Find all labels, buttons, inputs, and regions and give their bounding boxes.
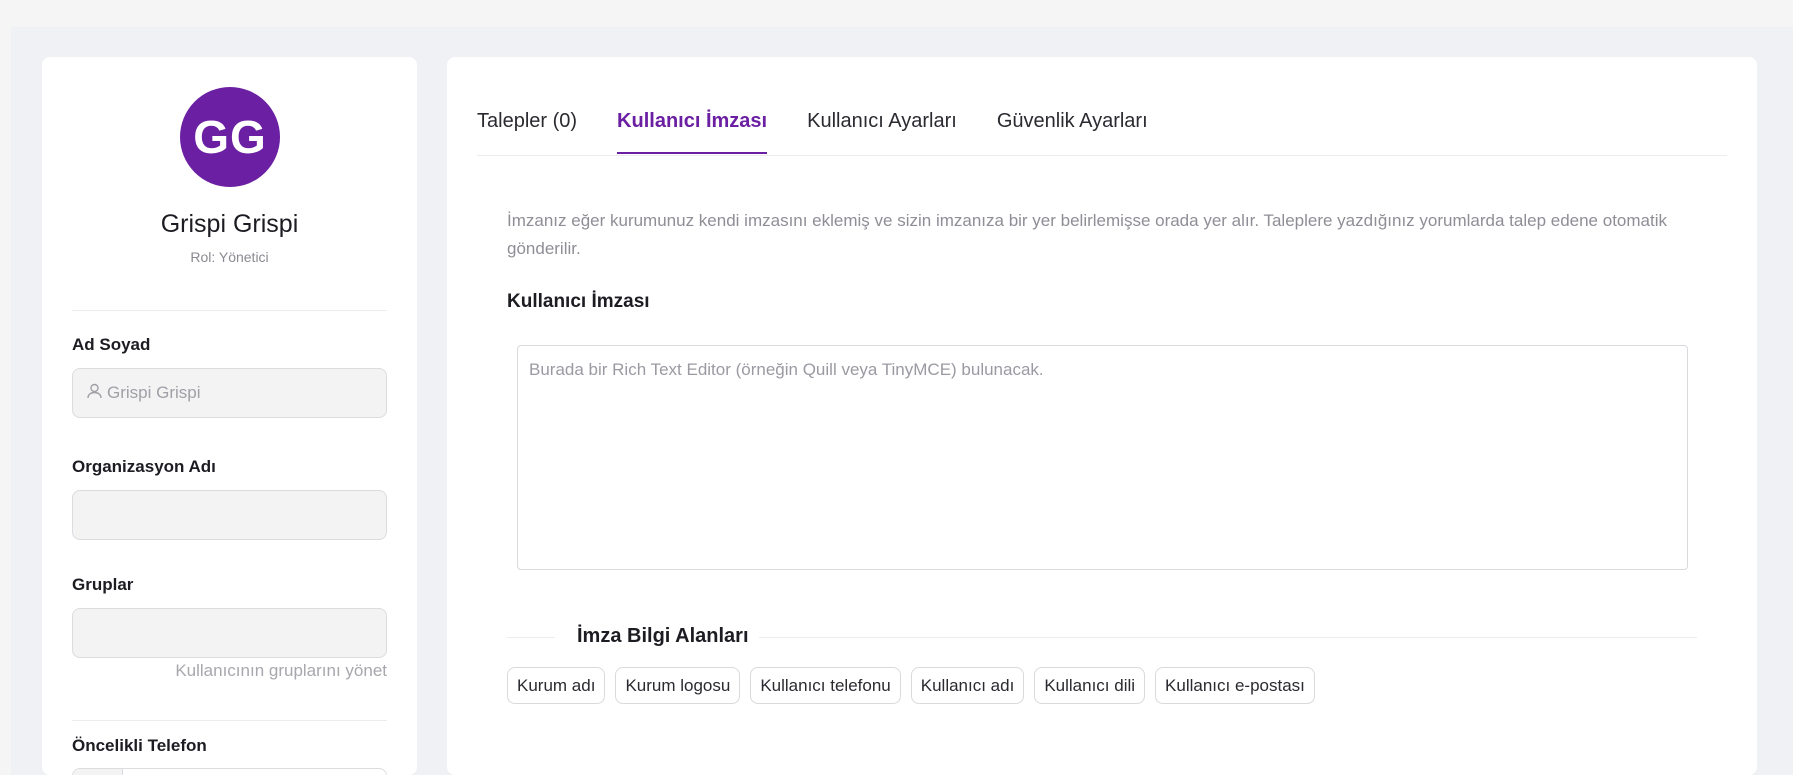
phone-field[interactable] [72,768,387,775]
chip-user-email[interactable]: Kullanıcı e-postası [1155,667,1315,704]
organization-field[interactable] [72,490,387,540]
tabs-divider [477,155,1727,156]
user-role: Rol: Yönetici [190,249,269,265]
user-name: Grispi Grispi [160,210,299,238]
full-name-value: Grispi Grispi [107,383,201,402]
divider [759,637,1697,638]
signature-fields-header: İmza Bilgi Alanları [507,621,1697,651]
chip-user-language[interactable]: Kullanıcı dili [1034,667,1146,704]
content-card: Talepler (0) Kullanıcı İmzası Kullanıcı … [447,57,1757,775]
profile-card: GG Grispi Grispi Rol: Yönetici Ad Soyad … [42,57,417,775]
groups-field[interactable] [72,608,387,658]
divider [72,310,387,311]
organization-label: Organizasyon Adı [72,457,216,476]
chip-organization-logo[interactable]: Kurum logosu [615,667,741,704]
tab-user-signature[interactable]: Kullanıcı İmzası [617,110,768,154]
tab-security-settings[interactable]: Güvenlik Ayarları [997,110,1148,150]
chip-organization-name[interactable]: Kurum adı [507,667,606,704]
phone-label: Öncelikli Telefon [72,736,207,755]
chip-user-phone[interactable]: Kullanıcı telefonu [750,667,901,704]
signature-fields-title: İmza Bilgi Alanları [577,625,749,647]
editor-placeholder: Burada bir Rich Text Editor (örneğin Qui… [529,360,1044,379]
manage-groups-link[interactable]: Kullanıcının gruplarını yönet [72,661,387,681]
full-name-field[interactable]: Grispi Grispi [72,368,387,418]
signature-editor[interactable]: Burada bir Rich Text Editor (örneğin Qui… [517,345,1688,570]
chip-user-name[interactable]: Kullanıcı adı [910,667,1025,704]
groups-label: Gruplar [72,575,134,594]
divider [507,637,555,638]
signature-title: Kullanıcı İmzası [507,291,650,312]
signature-field-chips: Kurum adı Kurum logosu Kullanıcı telefon… [507,667,1325,704]
signature-description: İmzanız eğer kurumunuz kendi imzasını ek… [507,211,1667,258]
divider [72,720,387,721]
user-icon [87,383,107,404]
phone-country-select[interactable] [73,769,123,775]
avatar: GG [180,87,280,187]
full-name-label: Ad Soyad [72,335,151,354]
tab-bar: Talepler (0) Kullanıcı İmzası Kullanıcı … [477,110,1188,154]
tab-user-settings[interactable]: Kullanıcı Ayarları [807,110,957,150]
tab-tickets[interactable]: Talepler (0) [477,110,577,150]
